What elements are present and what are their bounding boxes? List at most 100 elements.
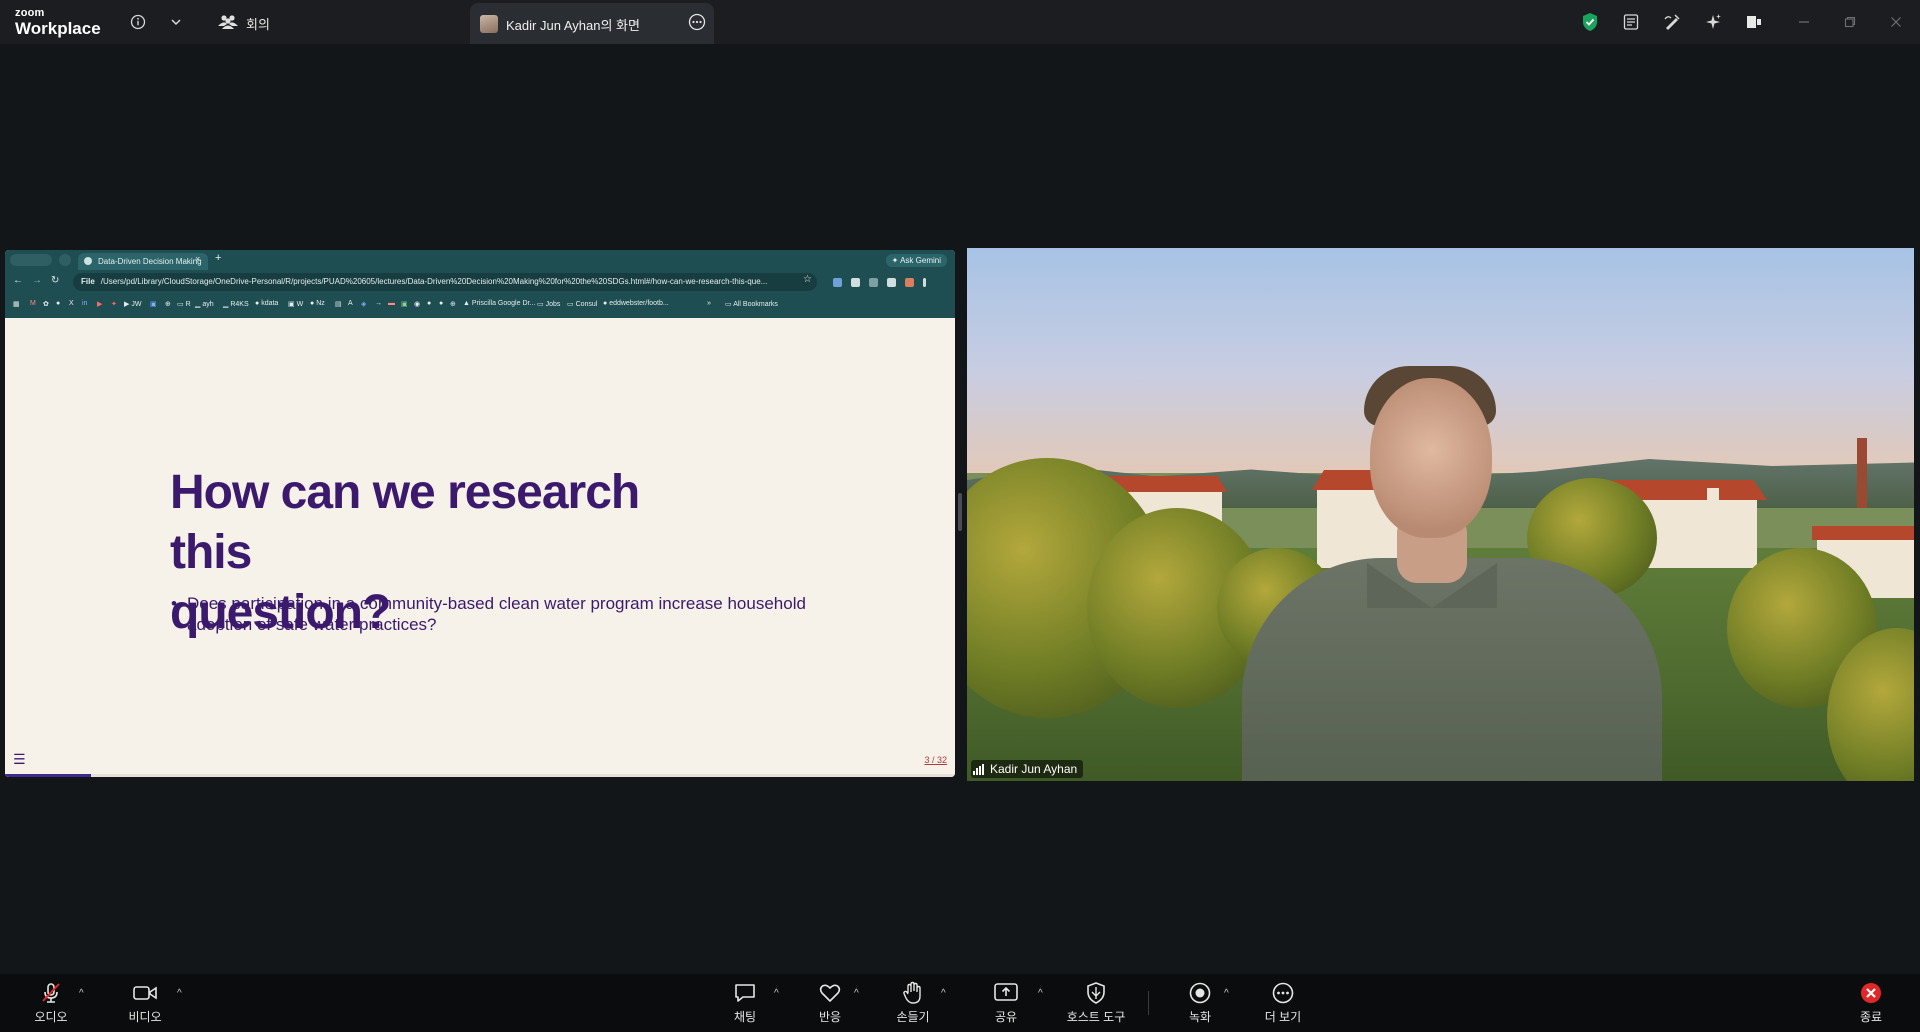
slide-page-number: 3 / 32 xyxy=(924,755,947,765)
video-button[interactable]: 비디오 xyxy=(110,980,180,1026)
ask-gemini-button[interactable]: ✦ Ask Gemini xyxy=(885,254,947,267)
bookmark-priscilla[interactable]: ▲ Priscilla Google Dr... xyxy=(463,300,535,307)
share-button[interactable]: 공유 xyxy=(971,980,1041,1026)
bookmark-icon[interactable]: → xyxy=(375,300,382,307)
apps-icon[interactable] xyxy=(1742,10,1766,34)
participants-icon[interactable] xyxy=(216,10,240,34)
bookmark-icon[interactable]: ▣ xyxy=(150,300,157,308)
notes-icon[interactable] xyxy=(1619,10,1643,34)
extension-icon[interactable] xyxy=(833,277,842,287)
record-button[interactable]: 녹화 xyxy=(1165,980,1235,1026)
reload-icon[interactable]: ↻ xyxy=(51,275,59,286)
raise-hand-options-caret-icon[interactable]: ^ xyxy=(941,988,946,999)
meeting-label[interactable]: 회의 xyxy=(246,14,270,33)
participant-video[interactable]: Kadir Jun Ayhan xyxy=(967,248,1914,781)
audio-label: 오디오 xyxy=(34,1010,68,1024)
bookmark-jw[interactable]: ▶ JW xyxy=(124,300,141,308)
extension-icon[interactable] xyxy=(851,277,860,287)
more-icon[interactable] xyxy=(688,13,706,36)
github-icon[interactable]: ● xyxy=(56,300,60,307)
bookmark-icon[interactable]: ● xyxy=(439,300,443,307)
bookmark-jobs[interactable]: ▭ Jobs xyxy=(537,300,560,308)
info-icon[interactable] xyxy=(126,10,150,34)
bookmark-nz[interactable]: ● Nz xyxy=(310,300,325,307)
title-bar: zoom Workplace 회의 Kadir Jun Ayhan의 화면 xyxy=(0,0,1920,44)
maximize-icon[interactable] xyxy=(1838,10,1862,34)
bookmark-star-icon[interactable]: ☆ xyxy=(803,274,812,285)
audio-options-caret-icon[interactable]: ^ xyxy=(79,988,84,999)
extension-icon[interactable] xyxy=(887,277,896,287)
screen-share-tab[interactable]: Kadir Jun Ayhan의 화면 xyxy=(470,3,714,44)
extension-icon[interactable] xyxy=(905,277,914,287)
extension-icon[interactable] xyxy=(869,277,878,287)
tab-group-pill[interactable] xyxy=(10,254,52,266)
bookmark-icon[interactable]: ⊕ xyxy=(450,300,456,308)
x-icon[interactable]: X xyxy=(69,300,74,307)
bookmark-eddwebster[interactable]: ● eddwebster/footb... xyxy=(603,300,669,307)
video-options-caret-icon[interactable]: ^ xyxy=(177,988,182,999)
bookmarks-overflow-icon[interactable]: » xyxy=(707,300,711,307)
linkedin-icon[interactable]: in xyxy=(82,300,87,307)
slide-menu-icon[interactable]: ☰ xyxy=(13,751,26,768)
raise-hand-button[interactable]: 손들기 xyxy=(878,980,948,1026)
bookmark-icon[interactable]: ◈ xyxy=(361,300,366,308)
bookmark-r4ks[interactable]: ▁ R4KS xyxy=(223,300,249,308)
chat-bubble-icon xyxy=(731,980,759,1006)
more-dots-icon xyxy=(1269,980,1297,1006)
close-icon[interactable] xyxy=(1884,10,1908,34)
end-meeting-button[interactable]: 종료 xyxy=(1836,980,1906,1026)
bookmark-icon[interactable]: ◉ xyxy=(414,300,420,308)
tab-search-icon[interactable] xyxy=(59,254,71,266)
bookmark-kdata[interactable]: ● kdata xyxy=(255,300,278,307)
globe-icon xyxy=(84,257,92,265)
chatgpt-icon[interactable]: ✿ xyxy=(43,300,49,308)
reactions-button[interactable]: 반응 xyxy=(795,980,865,1026)
tab-close-icon[interactable]: × xyxy=(195,254,200,264)
minimize-icon[interactable] xyxy=(1792,10,1816,34)
bookmarks-bar: ▦ M ✿ ● X in ▶ ✦ ▶ JW ▣ ⊕ ▭ R ▁ ayh ▁ R4… xyxy=(5,294,955,314)
ai-companion-icon[interactable] xyxy=(1701,10,1725,34)
chevron-down-icon[interactable] xyxy=(164,10,188,34)
back-icon[interactable]: ← xyxy=(13,275,23,286)
gmail-icon[interactable]: M xyxy=(30,300,36,307)
bookmark-icon[interactable]: ▬ xyxy=(388,300,395,307)
all-bookmarks[interactable]: ▭ All Bookmarks xyxy=(725,300,778,308)
chat-label: 채팅 xyxy=(733,1010,757,1024)
participant-name: Kadir Jun Ayhan xyxy=(990,762,1078,776)
bookmark-icon[interactable]: ● xyxy=(427,300,431,307)
menu-kebab-icon[interactable] xyxy=(923,277,926,287)
chat-button[interactable]: 채팅 xyxy=(710,980,780,1026)
bookmark-ayh[interactable]: ▁ ayh xyxy=(195,300,214,308)
more-button[interactable]: 더 보기 xyxy=(1248,980,1318,1026)
whiteboard-icon[interactable] xyxy=(1660,10,1684,34)
bookmark-w[interactable]: ▣ W xyxy=(288,300,303,308)
apps-grid-icon[interactable]: ▦ xyxy=(13,300,20,308)
browser-tab-active[interactable]: Data-Driven Decision Making xyxy=(78,253,208,270)
share-options-caret-icon[interactable]: ^ xyxy=(1038,988,1043,999)
bullet-dot: • xyxy=(171,594,177,613)
host-tools-button[interactable]: 호스트 도구 xyxy=(1061,980,1131,1026)
bookmark-icon[interactable]: ✦ xyxy=(111,300,117,308)
split-view-handle[interactable] xyxy=(958,493,962,531)
url-scheme: File xyxy=(81,277,95,286)
slide-progress-fill xyxy=(5,774,91,777)
bookmark-icon[interactable]: ▤ xyxy=(335,300,342,308)
reactions-options-caret-icon[interactable]: ^ xyxy=(854,988,859,999)
record-options-caret-icon[interactable]: ^ xyxy=(1224,988,1229,999)
ask-gemini-label: Ask Gemini xyxy=(900,256,941,265)
forward-icon[interactable]: → xyxy=(32,275,42,286)
chat-options-caret-icon[interactable]: ^ xyxy=(774,988,779,999)
shield-check-icon[interactable] xyxy=(1578,10,1602,34)
bookmark-r[interactable]: ▭ R xyxy=(177,300,191,308)
shared-screen[interactable]: Data-Driven Decision Making × + ✦ Ask Ge… xyxy=(5,250,955,777)
address-bar[interactable]: File/Users/pd/Library/CloudStorage/OneDr… xyxy=(73,273,817,291)
bookmark-icon[interactable]: ▣ xyxy=(401,300,408,308)
audio-button[interactable]: 오디오 xyxy=(16,980,86,1026)
bookmark-icon[interactable]: A xyxy=(348,300,353,307)
new-tab-icon[interactable]: + xyxy=(215,252,221,264)
chimney xyxy=(1857,438,1867,508)
bookmark-consul[interactable]: ▭ Consul xyxy=(567,300,597,308)
bookmark-icon[interactable]: ⊕ xyxy=(165,300,171,308)
browser-tab-strip: Data-Driven Decision Making × + ✦ Ask Ge… xyxy=(5,250,955,270)
youtube-icon[interactable]: ▶ xyxy=(97,300,102,308)
